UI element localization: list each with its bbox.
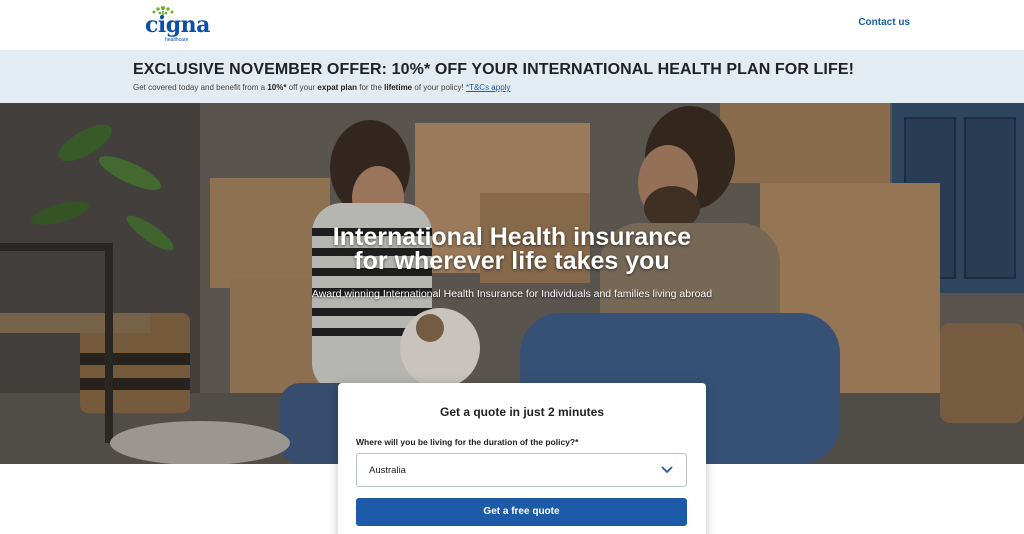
hero-title-line2: for wherever life takes you [354,247,670,275]
offer-description: Get covered today and benefit from a 10%… [133,83,510,92]
country-select-value: Australia [369,465,406,476]
offer-lifetime: lifetime [384,83,413,92]
contact-us-link[interactable]: Contact us [858,17,910,28]
offer-text-part: for the [357,83,385,92]
offer-plan: expat plan [317,83,357,92]
offer-title: EXCLUSIVE NOVEMBER OFFER: 10%* OFF YOUR … [133,61,855,78]
logo-subtext: healthcare [165,37,189,43]
terms-link[interactable]: *T&Cs apply [466,83,510,92]
offer-text-part: of your policy! [412,83,466,92]
site-header: cigna healthcare Contact us [0,0,1024,50]
offer-discount: 10%* [267,83,287,92]
country-select[interactable]: Australia [356,453,687,487]
offer-banner: EXCLUSIVE NOVEMBER OFFER: 10%* OFF YOUR … [0,50,1024,103]
country-field-label: Where will you be living for the duratio… [356,437,579,447]
quote-card-title: Get a quote in just 2 minutes [439,405,605,419]
offer-text-part: off your [286,83,318,92]
hero-subtitle: Award winning International Health Insur… [311,288,713,300]
cigna-logo[interactable]: cigna healthcare [143,5,213,45]
quote-card: Get a quote in just 2 minutes Where will… [338,383,706,534]
logo-wordmark: cigna [145,12,210,38]
get-free-quote-button[interactable]: Get a free quote [356,498,687,526]
offer-text-part: Get covered today and benefit from a [133,83,268,92]
chevron-down-icon [661,466,673,474]
